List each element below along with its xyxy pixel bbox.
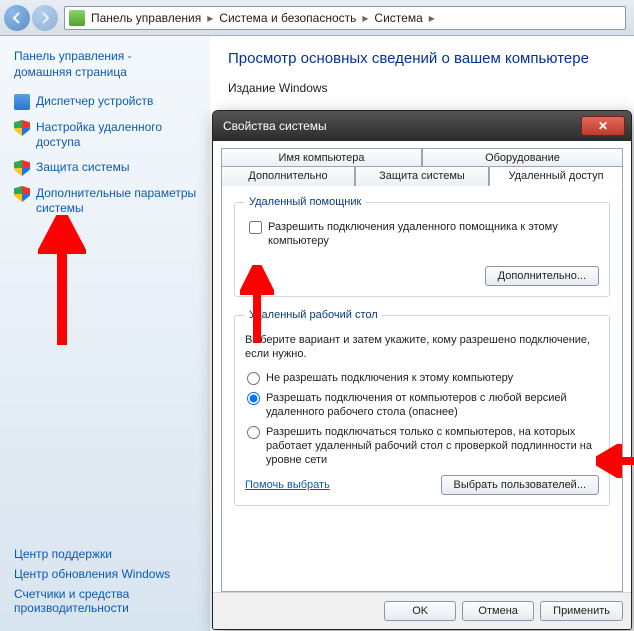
section-heading: Издание Windows [228, 81, 616, 95]
rd-option-dont-allow[interactable] [247, 372, 260, 385]
radio-label: Разрешать подключения от компьютеров с л… [266, 391, 599, 419]
tab-content-remote: Удаленный помощник Разрешить подключения… [221, 185, 623, 592]
radio-label: Не разрешать подключения к этому компьют… [266, 371, 513, 385]
back-button[interactable] [4, 5, 30, 31]
group-description: Выберите вариант и затем укажите, кому р… [245, 333, 599, 361]
sidebar-link-label: Диспетчер устройств [36, 94, 153, 109]
forward-button[interactable] [32, 5, 58, 31]
annotation-arrow [38, 215, 86, 345]
see-also-link[interactable]: Центр обновления Windows [14, 567, 202, 581]
control-panel-home-link[interactable]: Панель управления - домашняя страница [14, 48, 202, 80]
shield-icon [14, 186, 30, 202]
breadcrumb-item[interactable]: Панель управления [91, 11, 201, 25]
radio-label: Разрешить подключаться только с компьюте… [266, 425, 599, 467]
remote-desktop-group: Удаленный рабочий стол Выберите вариант … [234, 309, 610, 506]
control-panel-icon [69, 10, 85, 26]
close-button[interactable]: ✕ [581, 116, 625, 136]
dialog-title: Свойства системы [223, 119, 581, 133]
sidebar-link-remote-settings[interactable]: Настройка удаленного доступа [14, 120, 202, 150]
close-icon: ✕ [598, 119, 608, 133]
home-line1: Панель управления - [14, 49, 132, 63]
chevron-right-icon: ▸ [207, 11, 213, 25]
see-also-link[interactable]: Счетчики и средства производительности [14, 587, 202, 615]
select-users-button[interactable]: Выбрать пользователей... [441, 475, 600, 495]
see-also-link[interactable]: Центр поддержки [14, 547, 202, 561]
tab-advanced[interactable]: Дополнительно [221, 166, 355, 186]
sidebar-link-label: Настройка удаленного доступа [36, 120, 202, 150]
sidebar-link-device-manager[interactable]: Диспетчер устройств [14, 94, 202, 110]
titlebar[interactable]: Свойства системы ✕ [213, 111, 631, 141]
group-legend: Удаленный помощник [245, 196, 365, 208]
tab-strip: Имя компьютера Оборудование Дополнительн… [213, 141, 631, 185]
rd-option-any-version[interactable] [247, 392, 260, 405]
tab-hardware[interactable]: Оборудование [422, 148, 623, 167]
sidebar-link-label: Дополнительные параметры системы [36, 186, 202, 216]
annotation-arrow [596, 444, 634, 478]
advanced-button[interactable]: Дополнительно... [485, 266, 599, 286]
monitor-icon [14, 94, 30, 110]
tab-system-protection[interactable]: Защита системы [355, 166, 489, 186]
tab-computer-name[interactable]: Имя компьютера [221, 148, 422, 167]
help-me-choose-link[interactable]: Помочь выбрать [245, 479, 330, 491]
allow-remote-assistance-checkbox[interactable] [249, 221, 262, 234]
checkbox-label: Разрешить подключения удаленного помощни… [268, 220, 599, 248]
shield-icon [14, 120, 30, 136]
sidebar-link-label: Защита системы [36, 160, 129, 175]
tab-remote[interactable]: Удаленный доступ [489, 166, 623, 186]
home-line2: домашняя страница [14, 65, 127, 79]
sidebar-link-advanced-system[interactable]: Дополнительные параметры системы [14, 186, 202, 216]
chevron-right-icon: ▸ [429, 11, 435, 25]
breadcrumb-item[interactable]: Система [374, 11, 422, 25]
breadcrumb-item[interactable]: Система и безопасность [219, 11, 356, 25]
ok-button[interactable]: OK [384, 601, 456, 621]
annotation-arrow [240, 265, 274, 343]
page-title: Просмотр основных сведений о вашем компь… [228, 50, 616, 67]
system-properties-dialog: Свойства системы ✕ Имя компьютера Оборуд… [212, 110, 632, 630]
dialog-footer: OK Отмена Применить [213, 592, 631, 629]
see-also: Центр поддержки Центр обновления Windows… [14, 547, 202, 621]
rd-option-nla-only[interactable] [247, 426, 260, 439]
breadcrumb[interactable]: Панель управления ▸ Система и безопаснос… [64, 6, 626, 30]
apply-button[interactable]: Применить [540, 601, 623, 621]
chevron-right-icon: ▸ [362, 11, 368, 25]
address-bar: Панель управления ▸ Система и безопаснос… [0, 0, 634, 36]
sidebar: Панель управления - домашняя страница Ди… [0, 36, 210, 631]
sidebar-link-system-protection[interactable]: Защита системы [14, 160, 202, 176]
shield-icon [14, 160, 30, 176]
remote-assistance-group: Удаленный помощник Разрешить подключения… [234, 196, 610, 297]
cancel-button[interactable]: Отмена [462, 601, 534, 621]
